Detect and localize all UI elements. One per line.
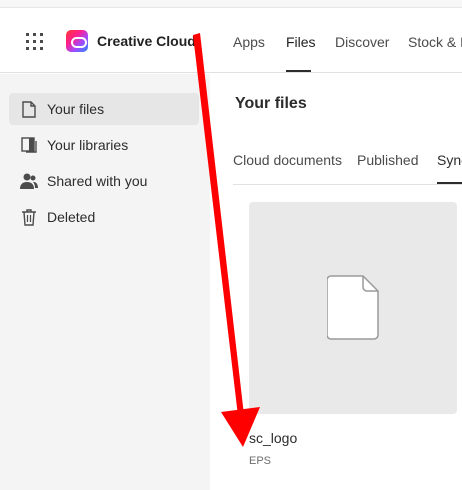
tab-active-indicator [437, 182, 462, 184]
file-type: EPS [249, 455, 272, 467]
people-icon [20, 172, 38, 190]
tab-sync[interactable]: Sync [437, 152, 462, 168]
nav-apps[interactable]: Apps [233, 34, 265, 50]
nav-discover[interactable]: Discover [335, 34, 389, 50]
sidebar-item-label: Your libraries [47, 137, 129, 153]
top-bar: Creative Cloud Apps Files Discover Stock… [0, 0, 462, 73]
nav-files[interactable]: Files [286, 34, 316, 50]
creative-cloud-logo-icon[interactable] [66, 30, 88, 52]
nav-active-indicator [286, 70, 311, 72]
nav-stock[interactable]: Stock & M [408, 34, 462, 50]
tab-cloud-documents[interactable]: Cloud documents [233, 152, 342, 168]
page-title: Your files [235, 95, 307, 112]
main-content: Your files Cloud documents Published Syn… [210, 74, 462, 490]
sidebar-item-label: Shared with you [47, 173, 148, 189]
trash-icon [20, 208, 38, 226]
sidebar: Your files Your libraries Shared with yo… [0, 74, 210, 490]
sidebar-item-label: Deleted [47, 209, 96, 225]
sidebar-item-shared-with-you[interactable]: Shared with you [9, 165, 199, 197]
browser-edge [0, 0, 462, 8]
sidebar-item-your-files[interactable]: Your files [9, 93, 199, 125]
file-name[interactable]: sc_logo [249, 430, 297, 446]
document-icon [327, 275, 379, 340]
files-tabs: Cloud documents Published Sync [233, 152, 462, 185]
brand-title[interactable]: Creative Cloud [97, 33, 196, 49]
sidebar-item-label: Your files [47, 101, 105, 117]
library-icon [20, 136, 38, 154]
tab-published[interactable]: Published [357, 152, 419, 168]
file-icon [20, 100, 38, 118]
sidebar-item-deleted[interactable]: Deleted [9, 201, 199, 233]
app-switcher-icon[interactable] [26, 33, 43, 50]
file-card-thumbnail[interactable] [249, 202, 457, 414]
sidebar-item-your-libraries[interactable]: Your libraries [9, 129, 199, 161]
